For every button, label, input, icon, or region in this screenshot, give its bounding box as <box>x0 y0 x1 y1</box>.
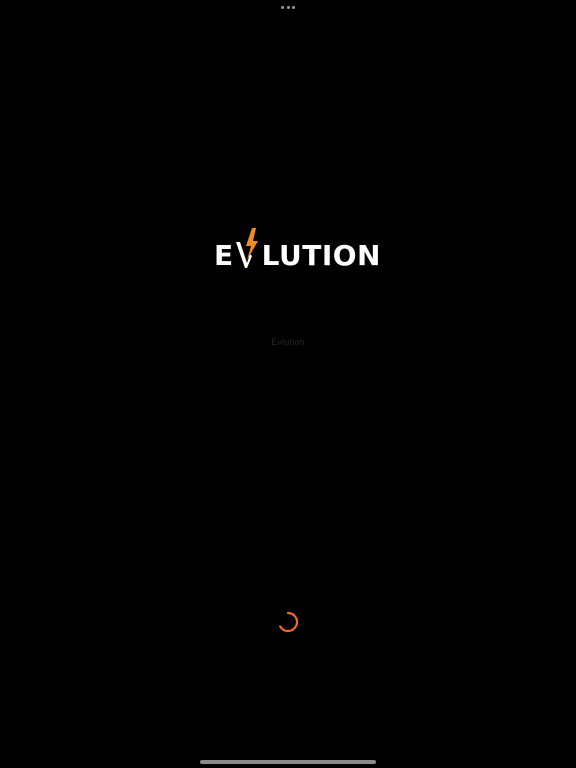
bolt-shape <box>245 228 258 260</box>
spinner-arc <box>279 611 299 633</box>
dot <box>292 5 295 9</box>
logo-suffix: LUTION <box>261 239 381 272</box>
loading-spinner-icon <box>277 611 299 633</box>
dot <box>281 5 284 9</box>
lightning-bolt-icon <box>235 228 258 268</box>
logo-prefix: E <box>214 239 234 272</box>
home-indicator[interactable] <box>200 760 376 764</box>
evlution-logo: E LUTION <box>214 228 380 270</box>
app-name-label: Evlution <box>271 337 305 347</box>
splash-screen: E LUTION Evlution <box>0 0 576 768</box>
logo-wordmark: E LUTION <box>214 228 381 272</box>
multitasking-ellipsis-icon[interactable] <box>281 5 295 9</box>
dot <box>286 5 290 9</box>
